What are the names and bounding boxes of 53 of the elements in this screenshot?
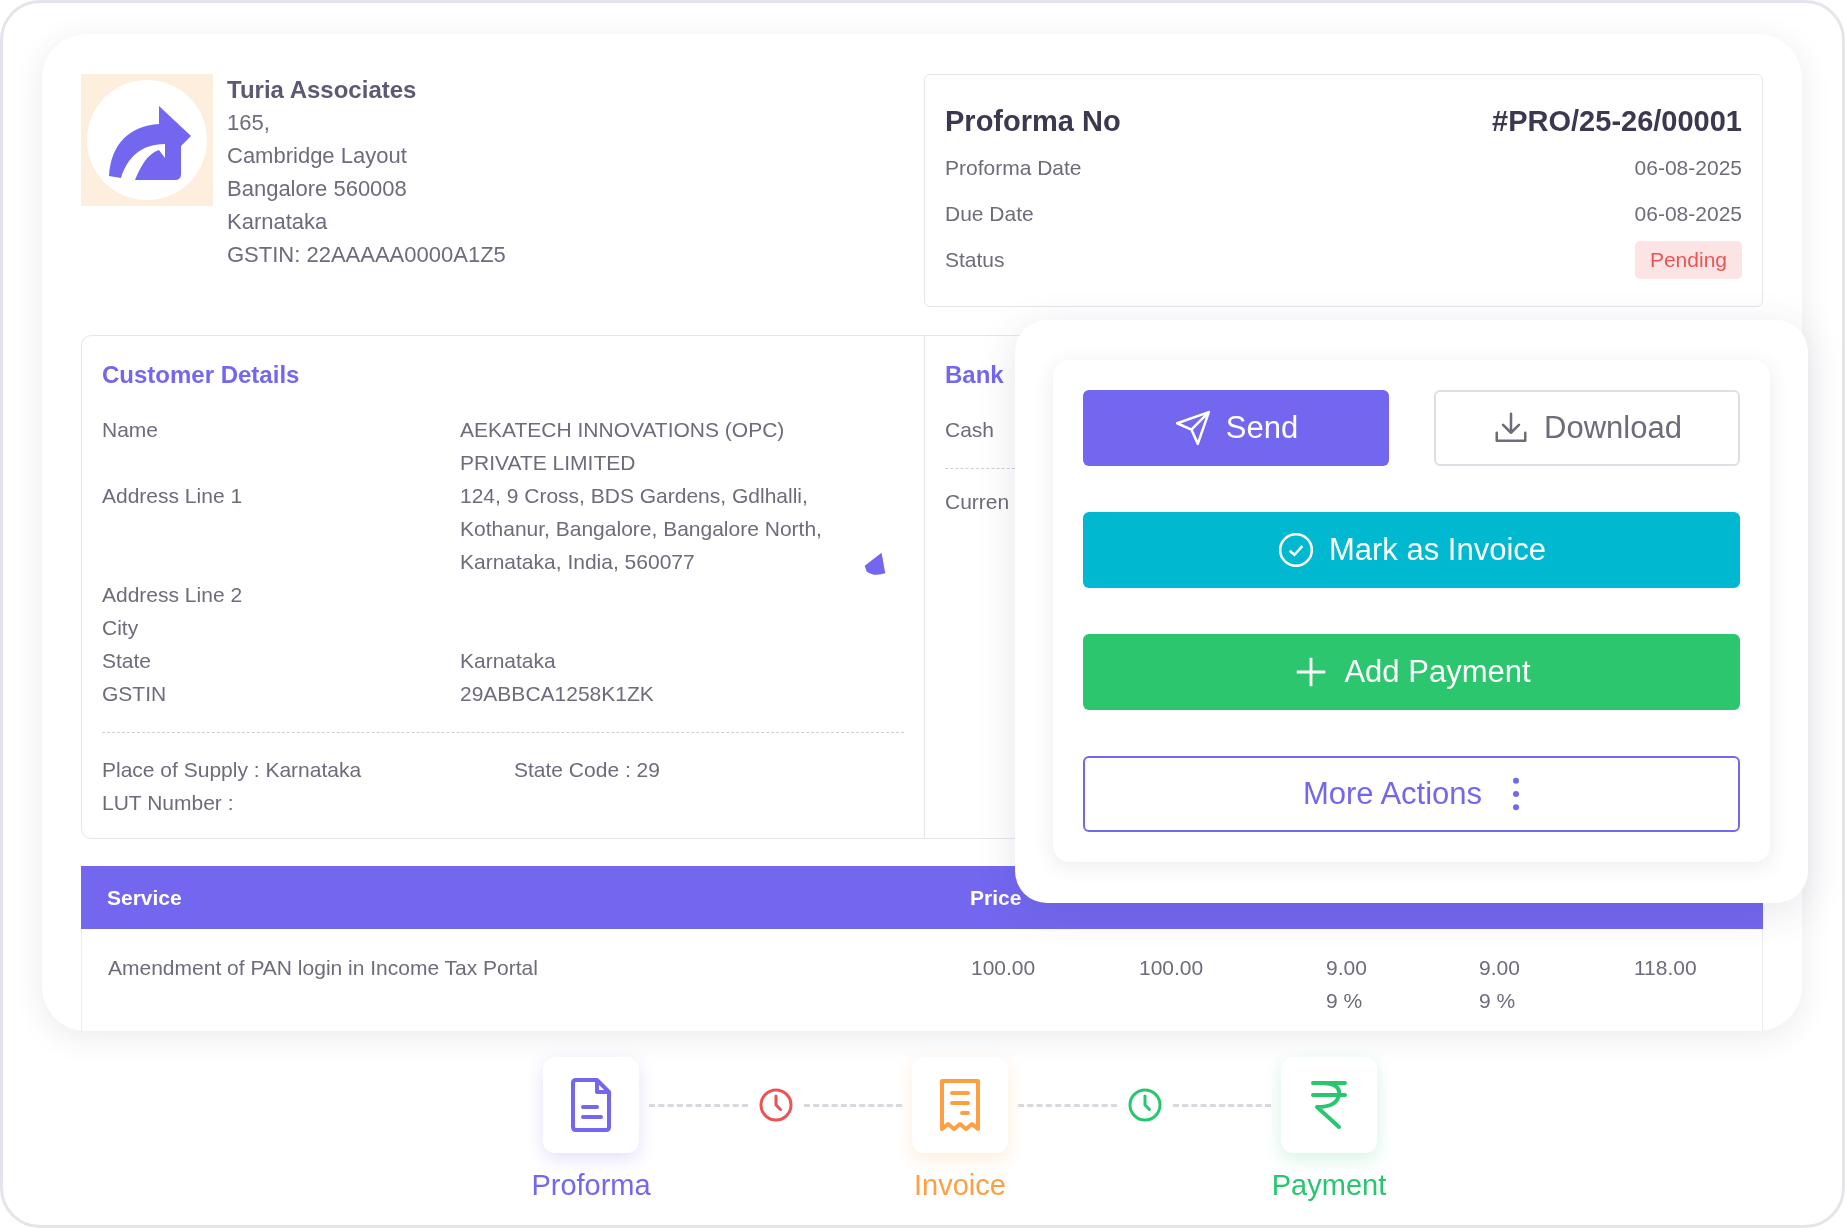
- field-value: 124, 9 Cross, BDS Gardens, Gdlhalli, Kothanur, Bangalore, Bangalore North, Karnataka, India, 560077: [460, 483, 823, 575]
- field-value: 06-08-2025: [1634, 202, 1742, 226]
- table-cell-text: 100.00: [971, 955, 1037, 981]
- send-icon: [1173, 409, 1212, 447]
- field-label: Due Date: [945, 202, 1034, 226]
- table-cell-text: 100.00: [1139, 955, 1205, 981]
- add-payment-button[interactable]: Add Payment: [1083, 634, 1740, 710]
- bank-item: Cash: [945, 417, 995, 443]
- tax-rate: 9 %: [1479, 988, 1516, 1014]
- company-address-line: Bangalore 560008: [227, 175, 408, 203]
- company-address-line: Cambridge Layout: [227, 142, 408, 170]
- mark-as-invoice-button[interactable]: Mark as Invoice: [1083, 512, 1740, 588]
- field-value: 06-08-2025: [1634, 156, 1742, 180]
- field-value: Karnataka: [460, 648, 557, 674]
- step-label: Invoice: [914, 1169, 1006, 1202]
- bank-details-title: Bank: [945, 361, 1005, 389]
- field-label: GSTIN: [102, 681, 168, 707]
- table-cell-text: 9.00: [1479, 955, 1520, 981]
- logo-icon: [81, 74, 213, 206]
- company-address-line: GSTIN: 22AAAAA0000A1Z5: [227, 241, 506, 269]
- step-label: Payment: [1271, 1169, 1387, 1202]
- table-cell-text: 9.00: [1326, 955, 1367, 981]
- company-address-line: Karnataka: [227, 208, 329, 236]
- check-circle-icon: [1276, 531, 1315, 569]
- customer-details-title: Customer Details: [102, 361, 301, 389]
- proforma-title: Proforma No: [945, 104, 1121, 138]
- status-badge: Pending: [1634, 241, 1742, 279]
- step-label: Proforma: [531, 1169, 651, 1202]
- send-button[interactable]: Send: [1083, 390, 1389, 466]
- company-name: Turia Associates: [227, 75, 418, 105]
- state-code: State Code : 29: [514, 757, 660, 783]
- field-label: Name: [102, 417, 160, 443]
- more-actions-button[interactable]: More Actions: [1083, 756, 1740, 832]
- lut-number: LUT Number :: [102, 790, 235, 816]
- table-cell-text: Amendment of PAN login in Income Tax Portal: [108, 955, 539, 981]
- table-cell-text: 118.00: [1634, 955, 1698, 981]
- field-label: City: [102, 615, 140, 641]
- field-label: Proforma Date: [945, 156, 1082, 180]
- column-header: Price: [970, 885, 1023, 910]
- proforma-number: #PRO/25-26/00001: [1492, 104, 1742, 138]
- place-of-supply: Place of Supply : Karnataka: [102, 757, 363, 783]
- field-label: Address Line 2: [102, 582, 244, 608]
- company-address-line: 165,: [227, 109, 271, 137]
- field-label: Status: [945, 248, 1005, 272]
- field-label: Address Line 1: [102, 483, 244, 509]
- download-button[interactable]: Download: [1434, 390, 1740, 466]
- kebab-icon: [1512, 777, 1521, 811]
- tax-rate: 9 %: [1326, 988, 1363, 1014]
- field-value: AEKATECH INNOVATIONS (OPC) PRIVATE LIMITED: [460, 417, 786, 476]
- field-value: 29ABBCA1258K1ZK: [460, 681, 655, 707]
- field-label: State: [102, 648, 153, 674]
- column-header: Service: [107, 885, 183, 910]
- bank-item: Curren: [945, 489, 1010, 515]
